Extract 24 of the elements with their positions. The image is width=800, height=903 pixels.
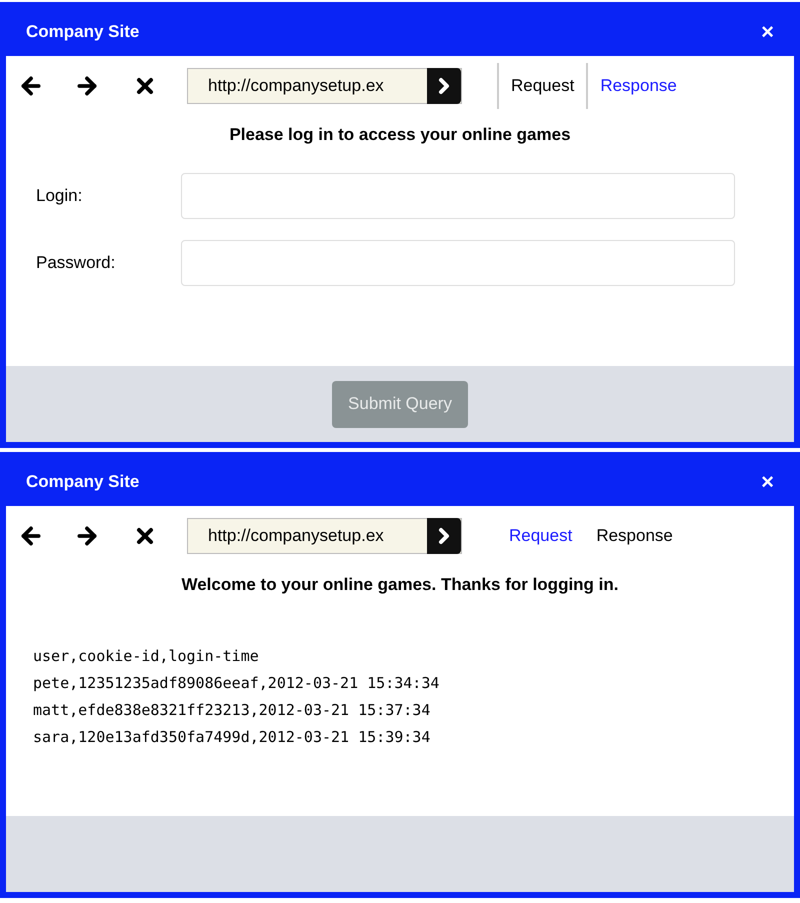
field-label: Login: [36, 184, 84, 207]
data-line: matt,efde838e8321ff23213,2012-03-21 15:37:34 [33, 700, 432, 720]
data-line: user,cookie-id,login-time [33, 646, 260, 666]
tab[interactable]: Response [584, 513, 685, 559]
address-bar[interactable]: http://companysetup.ex [187, 68, 462, 104]
window-title: Company Site [26, 21, 140, 44]
go-button[interactable] [427, 518, 461, 554]
tab[interactable]: Response [588, 63, 689, 109]
go-button[interactable] [427, 68, 461, 104]
data-line: sara,120e13afd350fa7499d,2012-03-21 15:39:34 [33, 726, 432, 748]
tab[interactable]: Request [499, 63, 588, 109]
heading: Please log in to access your online games [228, 124, 572, 146]
data-line: pete,12351235adf89086eeaf,2012-03-21 15:34:34 [33, 672, 440, 694]
input-field[interactable] [181, 240, 735, 286]
url-text: http://companysetup.ex [207, 75, 385, 98]
heading: Welcome to your online games. Thanks for logging in. [180, 574, 620, 596]
close-button[interactable]: × [761, 471, 774, 493]
input-field[interactable] [181, 172, 735, 218]
close-button[interactable]: × [761, 21, 774, 43]
field-label: Password: [36, 252, 116, 274]
address-bar[interactable]: http://companysetup.ex [187, 518, 462, 554]
tab[interactable]: Request [497, 513, 584, 559]
window-title: Company Site [26, 471, 140, 494]
url-text: http://companysetup.ex [207, 525, 385, 548]
